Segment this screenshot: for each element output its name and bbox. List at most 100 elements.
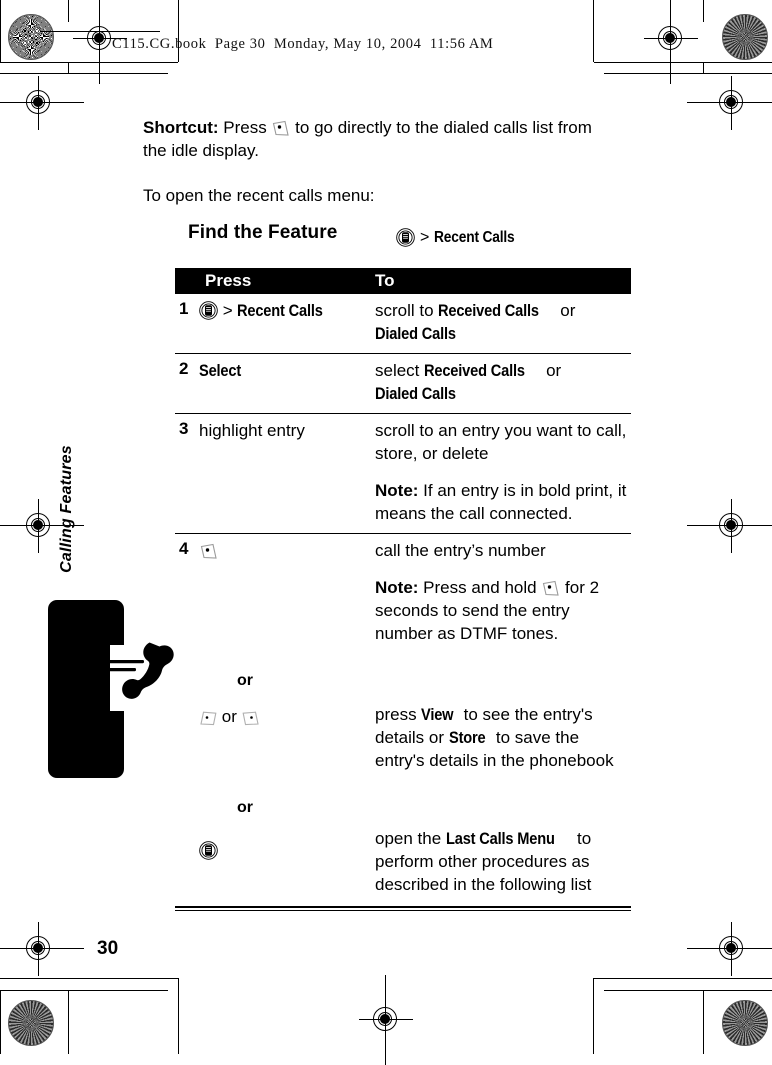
crop-line xyxy=(68,990,69,1054)
to-text: scroll to xyxy=(375,301,439,320)
alternative-block: or press View to see the entry's details… xyxy=(175,692,631,780)
step-press-target: Recent Calls xyxy=(237,301,324,320)
find-the-feature-separator: > xyxy=(420,228,430,246)
shortcut-paragraph: Shortcut: Press to go directly to the di… xyxy=(143,116,613,162)
alternative-to-cell: press View to see the entry's details or… xyxy=(375,692,631,780)
alternative-or-label: or xyxy=(237,672,253,689)
crop-line xyxy=(0,990,168,991)
to-text: scroll to an entry you want to call, sto… xyxy=(375,421,627,463)
to-text: open the xyxy=(375,829,446,848)
table-row: 4 call the entry’s number Note: Press an… xyxy=(175,534,631,653)
crop-line xyxy=(604,990,772,991)
send-key-icon xyxy=(199,543,218,560)
step-number-spacer xyxy=(175,692,199,780)
alternative-block: open the Last Calls Menu to perform othe… xyxy=(175,819,631,904)
crosshair-registration-icon xyxy=(687,499,772,553)
to-text: call the entry’s number xyxy=(375,541,546,560)
soft-key-left-icon xyxy=(199,709,217,726)
to-display-word: Dialed Calls xyxy=(375,384,456,403)
alternative-spacer xyxy=(375,653,631,692)
to-display-word: View xyxy=(421,705,454,724)
procedure-table: Press To 1 > Recent Calls scroll to Rece… xyxy=(175,268,631,911)
alternative-joiner: or xyxy=(221,707,237,726)
starburst-density-target-icon xyxy=(8,1000,54,1046)
step-number: 1 xyxy=(179,299,189,318)
to-text: or xyxy=(555,301,576,320)
step-number-spacer xyxy=(175,819,199,904)
crop-line xyxy=(594,978,772,979)
alternative-block: or xyxy=(175,653,631,692)
table-bottom-rule xyxy=(175,906,631,911)
find-the-feature-label: Find the Feature xyxy=(188,222,338,243)
crop-line xyxy=(0,978,178,979)
crop-line xyxy=(703,62,704,73)
find-the-feature-path: > Recent Calls xyxy=(396,228,528,247)
crosshair-registration-icon xyxy=(687,922,772,976)
menu-key-icon xyxy=(396,228,415,247)
crop-line xyxy=(178,978,179,1054)
alternative-block: or xyxy=(175,780,631,819)
to-display-word: Received Calls xyxy=(424,361,525,380)
crop-line xyxy=(0,990,1,1054)
step-number: 2 xyxy=(179,359,189,378)
alternative-to-cell: open the Last Calls Menu to perform othe… xyxy=(375,819,631,904)
header-rule xyxy=(40,31,160,32)
starburst-density-target-icon xyxy=(8,14,54,60)
crosshair-registration-icon xyxy=(0,499,84,553)
menu-key-icon xyxy=(199,301,218,320)
soft-key-right-icon xyxy=(242,709,260,726)
crosshair-registration-icon xyxy=(644,0,698,84)
to-display-word: Last Calls Menu xyxy=(445,829,555,848)
step-to-cell: call the entry’s number Note: Press and … xyxy=(375,534,631,653)
step-to-cell: scroll to an entry you want to call, sto… xyxy=(375,414,631,533)
crop-line xyxy=(593,978,594,1054)
to-text: select xyxy=(375,361,425,380)
to-text: press xyxy=(375,705,422,724)
note-label: Note: xyxy=(375,578,419,597)
send-key-icon xyxy=(541,580,560,597)
table-header-row: Press To xyxy=(175,268,631,294)
chapter-side-label: Calling Features xyxy=(58,445,75,573)
find-the-feature-target: Recent Calls xyxy=(434,228,515,246)
shortcut-label: Shortcut: xyxy=(143,118,219,137)
crop-line xyxy=(0,62,178,63)
crosshair-registration-icon xyxy=(359,975,413,1065)
step-press-cell xyxy=(199,534,375,653)
table-row: 3 highlight entry scroll to an entry you… xyxy=(175,414,631,534)
step-press-cell: Select xyxy=(199,354,375,413)
crop-line xyxy=(0,0,1,62)
step-press-cell: > Recent Calls xyxy=(199,294,375,353)
crop-line xyxy=(703,0,704,22)
starburst-density-target-icon xyxy=(722,1000,768,1046)
step-number-spacer xyxy=(175,653,199,692)
to-display-word: Dialed Calls xyxy=(375,324,456,343)
telephone-handset-icon xyxy=(106,642,174,699)
step-press-label: Select xyxy=(199,361,242,380)
crop-line xyxy=(594,62,772,63)
to-display-word: Store xyxy=(448,728,486,747)
running-header: C115.CG.book Page 30 Monday, May 10, 200… xyxy=(112,36,494,52)
step-press-separator: > xyxy=(222,301,233,320)
step-to-cell: select Received Calls or Dialed Calls xyxy=(375,354,631,413)
page-number: 30 xyxy=(97,938,119,959)
crop-line xyxy=(604,73,772,74)
column-header-press: Press xyxy=(205,271,252,290)
column-header-to: To xyxy=(375,271,395,290)
crop-line xyxy=(703,990,704,1054)
intro-paragraph: To open the recent calls menu: xyxy=(143,186,375,205)
step-to-cell: scroll to Received Calls or Dialed Calls xyxy=(375,294,631,353)
alternative-or-label: or xyxy=(237,799,253,816)
step-number: 4 xyxy=(179,539,189,558)
table-row: 2 Select select Received Calls or Dialed… xyxy=(175,354,631,414)
step-press-cell: highlight entry xyxy=(199,421,305,440)
shortcut-text-before: Press xyxy=(218,118,272,137)
alternative-press-cell xyxy=(199,819,375,904)
crop-line xyxy=(68,0,69,22)
note-label: Note: xyxy=(375,481,419,500)
to-display-word: Received Calls xyxy=(438,301,540,320)
step-number-spacer xyxy=(175,780,199,819)
menu-key-icon xyxy=(199,841,218,860)
crosshair-registration-icon xyxy=(0,922,84,976)
note-text-before: Press and hold xyxy=(418,578,542,597)
to-text: or xyxy=(541,361,562,380)
